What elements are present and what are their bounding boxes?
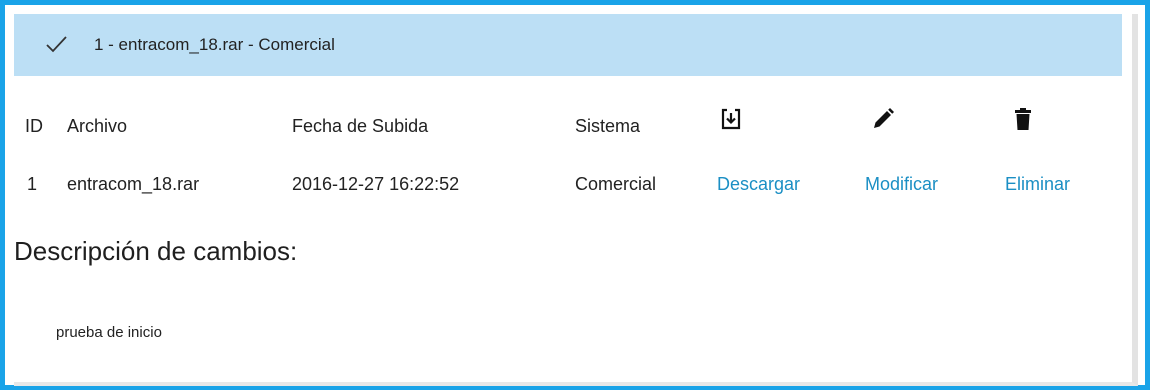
column-header-id: ID <box>25 116 43 136</box>
download-icon <box>721 108 741 130</box>
window-frame: 1 - entracom_18.rar - Comercial ID Archi… <box>0 0 1150 390</box>
cell-archivo: entracom_18.rar <box>67 174 200 194</box>
column-header-archivo: Archivo <box>67 116 128 136</box>
header-title: 1 - entracom_18.rar - Comercial <box>94 35 335 54</box>
description-text: prueba de inicio <box>56 324 162 341</box>
column-header-sistema: Sistema <box>575 116 641 136</box>
trash-icon <box>1015 108 1031 130</box>
file-panel: 1 - entracom_18.rar - Comercial ID Archi… <box>14 14 1138 386</box>
description-title: Descripción de cambios: <box>14 236 298 266</box>
delete-link[interactable]: Eliminar <box>1005 174 1070 195</box>
cell-id: 1 <box>27 174 38 194</box>
pencil-icon <box>874 108 894 128</box>
column-header-fecha: Fecha de Subida <box>292 116 429 136</box>
cell-fecha: 2016-12-27 16:22:52 <box>292 174 460 194</box>
modify-link[interactable]: Modificar <box>865 174 938 195</box>
download-link[interactable]: Descargar <box>717 174 800 195</box>
panel-header[interactable]: 1 - entracom_18.rar - Comercial <box>14 14 1122 76</box>
cell-sistema: Comercial <box>575 174 657 194</box>
checkmark-icon <box>46 36 67 53</box>
